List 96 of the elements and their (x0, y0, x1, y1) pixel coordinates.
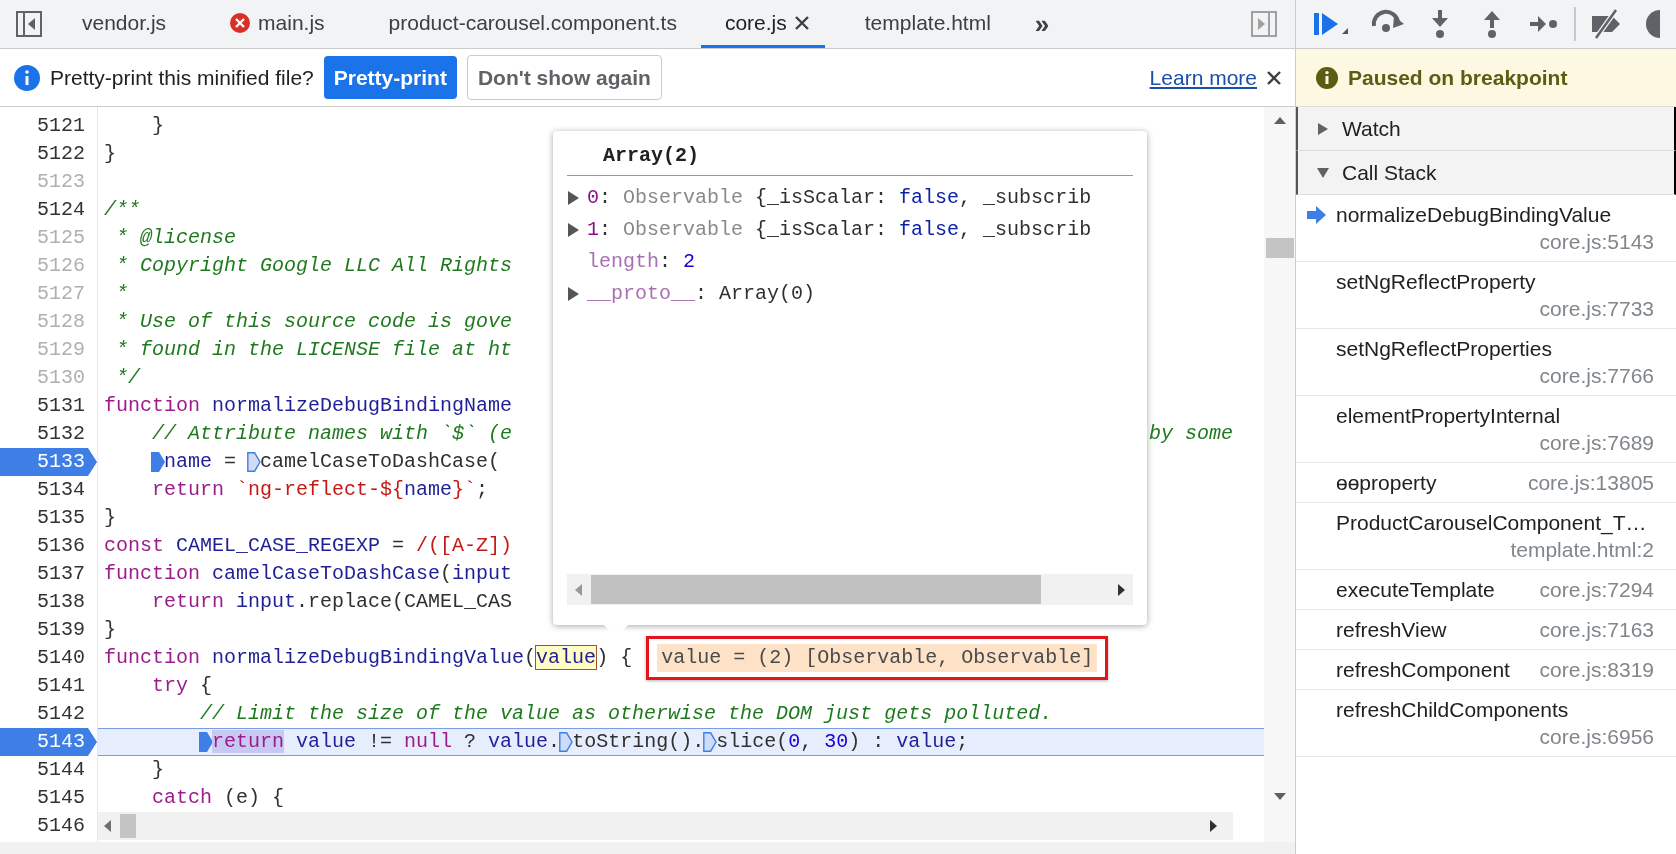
frame-location[interactable]: core.js:6956 (1519, 723, 1654, 750)
frame-name: executeTemplate (1336, 577, 1495, 603)
code-text: */ (116, 365, 141, 391)
line-number[interactable]: 5138 (0, 588, 97, 616)
inline-value: value = (2) [Observable, Observable] (657, 644, 1098, 672)
code-text: slice(0, 30) : value; (716, 729, 969, 755)
frame-name: elementPropertyInternal (1336, 403, 1561, 429)
learn-more-link[interactable]: Learn more (1149, 61, 1257, 94)
line-number[interactable]: 5121 (0, 112, 97, 140)
frame-location[interactable]: core.js:5143 (1519, 228, 1654, 255)
line-number[interactable]: 5145 (0, 784, 97, 812)
code-text: } (104, 505, 116, 531)
code-text: * @license (116, 225, 237, 251)
code-text: // Attribute names with `$` (e (152, 421, 513, 447)
frame-location[interactable]: core.js:7294 (1519, 576, 1654, 603)
line-number[interactable]: 5142 (0, 700, 97, 728)
breakpoint-line-number[interactable]: 5143 (0, 728, 97, 756)
code-text: * Copyright Google LLC All Rights (116, 253, 513, 279)
line-number[interactable]: 5136 (0, 532, 97, 560)
line-number[interactable]: 5139 (0, 616, 97, 644)
code-text: function normalizeDebugBindingName (104, 393, 513, 419)
code-text: try { (152, 673, 213, 699)
call-frame[interactable]: setNgReflectProperties core.js:7766 (1296, 329, 1676, 396)
code-text: * found in the LICENSE file at ht (116, 337, 513, 363)
editor-tab[interactable]: vendor.js (42, 0, 191, 48)
call-frame[interactable]: setNgReflectProperty core.js:7733 (1296, 262, 1676, 329)
code-text: } (104, 617, 116, 643)
frame-location[interactable]: core.js:13805 (1507, 469, 1654, 496)
frame-name: refreshComponent (1336, 657, 1510, 683)
frame-name: refreshView (1336, 617, 1447, 643)
code-text: } (152, 757, 165, 783)
frame-location[interactable]: core.js:7766 (1519, 362, 1654, 389)
code-text: const CAMEL_CASE_REGEXP = /([A-Z]) (104, 533, 513, 559)
code-text: by some (1149, 421, 1233, 447)
code-text: return input.replace(CAMEL_CAS (152, 589, 513, 615)
line-number[interactable]: 5135 (0, 504, 97, 532)
line-number[interactable]: 5124 (0, 196, 97, 224)
code-text: * (116, 281, 129, 307)
frame-location[interactable]: template.html:2 (1490, 536, 1654, 563)
frame-name: setNgReflectProperties (1336, 336, 1552, 362)
popup-title: Array(2) (567, 143, 1133, 176)
code-text: function camelCaseToDashCase(input (104, 561, 513, 587)
code-text: toString(). (572, 729, 705, 755)
call-frame[interactable]: elementPropertyInternal core.js:7689 (1296, 396, 1676, 463)
code-text: } (152, 113, 165, 139)
call-frame[interactable]: refreshComponent core.js:8319 (1296, 650, 1676, 690)
code-text: * Use of this source code is gove (116, 309, 513, 335)
property-text: 1: Observable {_isScalar: false, _subscrib (587, 217, 1092, 243)
line-number[interactable]: 5141 (0, 672, 97, 700)
line-number[interactable]: 5146 (0, 812, 97, 840)
pretty-print-button[interactable]: Pretty-print (323, 55, 457, 100)
frame-name: setNgReflectProperty (1336, 269, 1536, 295)
editor-tab[interactable]: core.js (700, 0, 825, 48)
frame-location[interactable]: core.js:7689 (1519, 429, 1654, 456)
code-text: return `ng-reflect-${name}`; (152, 477, 489, 503)
code-text: name = (164, 449, 238, 475)
frame-name: ProductCarouselComponent_T… (1336, 510, 1647, 536)
section-header[interactable]: Watch (1296, 107, 1676, 151)
info-message: Pretty-print this minified file? (50, 64, 314, 91)
frame-location[interactable]: core.js:8319 (1519, 656, 1654, 683)
line-number[interactable]: 5140 (0, 644, 97, 672)
frame-location[interactable]: core.js:7733 (1519, 295, 1654, 322)
call-frame[interactable]: ProductCarouselComponent_T… template.html:2 (1296, 503, 1676, 570)
line-number[interactable]: 5134 (0, 476, 97, 504)
frame-name: ɵɵproperty (1336, 470, 1437, 496)
frame-location[interactable]: core.js:7163 (1519, 616, 1654, 643)
call-frame[interactable]: refreshChildComponents core.js:6956 (1296, 690, 1676, 757)
more-tabs-button[interactable]: » (1014, 0, 1070, 48)
editor-tab[interactable]: template.html (824, 0, 1015, 48)
property-text: length: 2 (587, 249, 696, 275)
property-text: 0: Observable {_isScalar: false, _subscrib (587, 185, 1092, 211)
code-text: catch (e) { (152, 785, 285, 811)
editor-tab[interactable]: product-carousel.component.ts (348, 0, 701, 48)
code-text: camelCaseToDashCase( (260, 449, 501, 475)
frame-name: normalizeDebugBindingValue (1336, 202, 1612, 228)
line-number[interactable]: 5132 (0, 420, 97, 448)
line-number[interactable]: 5131 (0, 392, 97, 420)
frame-name: refreshChildComponents (1336, 697, 1569, 723)
code-text: /** (104, 197, 140, 223)
call-frame[interactable]: refreshView core.js:7163 (1296, 610, 1676, 650)
call-frame[interactable]: ɵɵproperty core.js:13805 (1296, 463, 1676, 503)
code-text: // Limit the size of the value as otherwise the DOM just gets polluted. (200, 701, 1053, 727)
paused-message: Paused on breakpoint (1348, 64, 1568, 91)
call-frame[interactable]: normalizeDebugBindingValue core.js:5143 (1296, 195, 1676, 262)
dismiss-button[interactable]: Don't show again (466, 54, 662, 101)
line-number[interactable]: 5144 (0, 756, 97, 784)
breakpoint-line-number[interactable]: 5133 (0, 448, 97, 476)
code-text: return value != null ? value. (212, 729, 561, 755)
code-text: } (104, 141, 116, 167)
line-number[interactable]: 5137 (0, 560, 97, 588)
code-text: function normalizeDebugBindingValue(value) { (104, 645, 633, 671)
editor-tab[interactable]: main.js (190, 0, 349, 48)
line-number[interactable]: 5122 (0, 140, 97, 168)
section-header[interactable]: Call Stack (1296, 151, 1676, 195)
call-frame[interactable]: executeTemplate core.js:7294 (1296, 570, 1676, 610)
property-text: __proto__: Array(0) (587, 281, 816, 307)
